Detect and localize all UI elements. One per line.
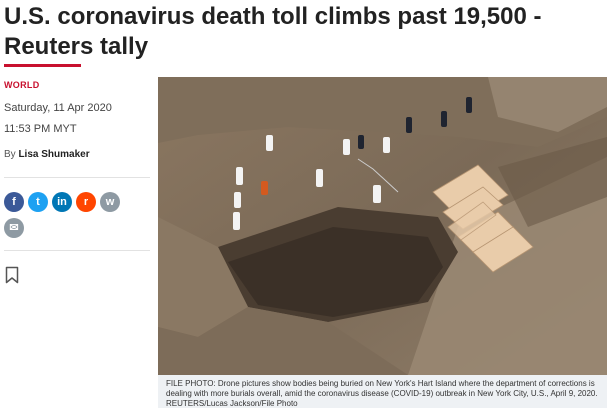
publish-time: 11:53 PM MYT [4, 123, 77, 135]
headline-underline [4, 64, 81, 67]
linkedin-icon[interactable]: in [52, 192, 72, 212]
byline: By Lisa Shumaker [4, 149, 90, 160]
photo-caption: FILE PHOTO: Drone pictures show bodies b… [158, 375, 607, 408]
email-icon[interactable]: ✉ [4, 218, 24, 238]
divider [4, 177, 150, 178]
whatsapp-icon[interactable]: w [100, 192, 120, 212]
article-headline: U.S. coronavirus death toll climbs past … [4, 3, 542, 60]
author-link[interactable]: Lisa Shumaker [18, 149, 89, 160]
share-bar: f t in r w ✉ [4, 192, 144, 238]
divider [4, 250, 150, 251]
section-label[interactable]: WORLD [4, 80, 40, 90]
article-photo [158, 77, 607, 375]
publish-date: Saturday, 11 Apr 2020 [4, 102, 112, 114]
bookmark-icon[interactable] [5, 266, 19, 284]
facebook-icon[interactable]: f [4, 192, 24, 212]
byline-prefix: By [4, 149, 16, 160]
photo-hart-island-burial [158, 77, 607, 375]
twitter-icon[interactable]: t [28, 192, 48, 212]
reddit-icon[interactable]: r [76, 192, 96, 212]
